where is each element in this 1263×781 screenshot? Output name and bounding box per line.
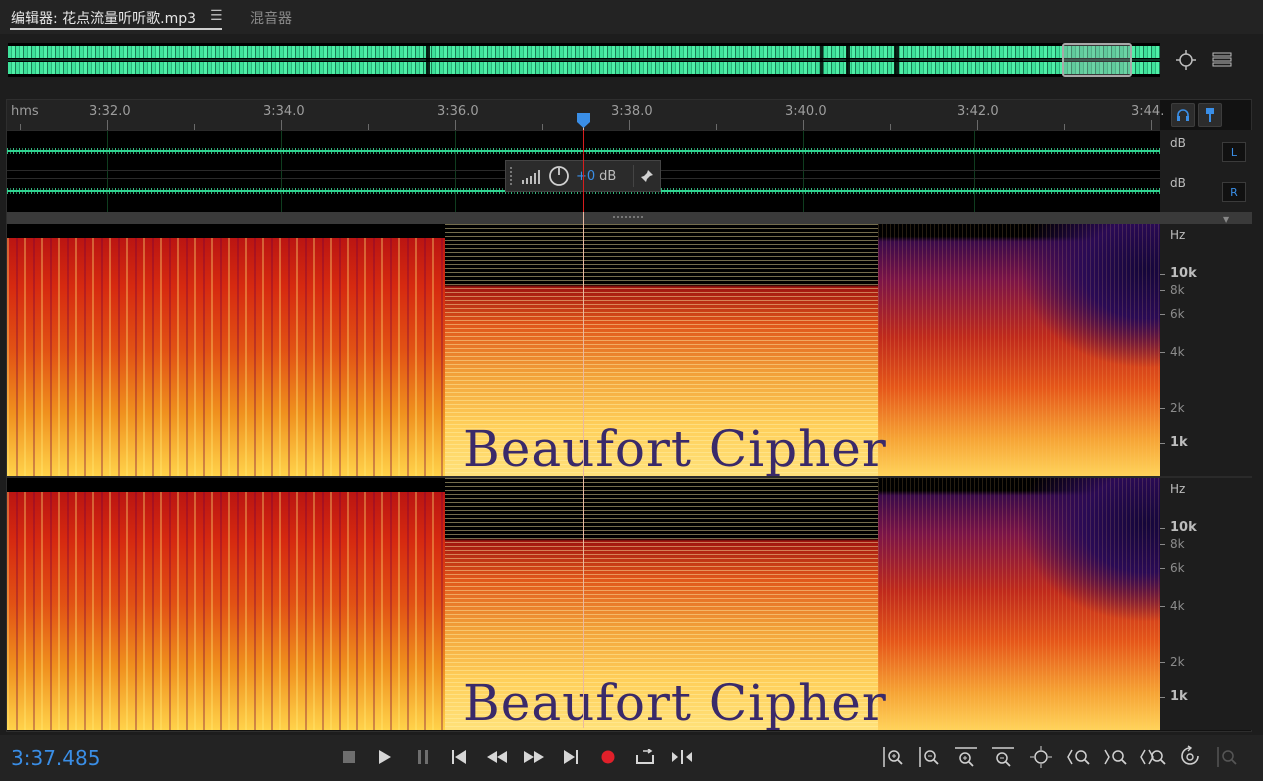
collapse-chevron-icon[interactable]: ▼ (1223, 215, 1229, 224)
active-tab-indicator (10, 28, 222, 30)
current-time-display[interactable]: 3:37.485 (11, 746, 100, 770)
zoom-reset-icon[interactable] (1177, 744, 1203, 770)
zoom-out-amplitude-icon[interactable] (916, 744, 942, 770)
ruler-tick-label: 3:38.0 (611, 104, 653, 119)
play-button[interactable] (372, 744, 398, 770)
ruler-tick-label: 3:34.0 (263, 104, 305, 119)
list-view-icon[interactable] (1210, 48, 1234, 72)
marker-pin-icon[interactable] (1198, 103, 1222, 127)
ruler-tick-mark (803, 120, 804, 130)
amplitude-ruler: dB dB L R (1160, 130, 1252, 212)
pause-button[interactable] (410, 744, 436, 770)
ruler-tick-label: 3:42.0 (957, 104, 999, 119)
go-to-end-button[interactable] (558, 744, 584, 770)
freq-label: 6k (1170, 307, 1185, 321)
overview-viewport-handle[interactable] (1062, 43, 1132, 77)
volume-unit: dB (599, 168, 617, 184)
hz-unit-label: Hz (1170, 228, 1186, 242)
freq-label: 10k (1170, 520, 1197, 535)
level-bars-icon (522, 170, 540, 184)
ruler-tick-mark (977, 120, 978, 130)
freq-label: 2k (1170, 655, 1185, 669)
freq-label: 1k (1170, 689, 1188, 704)
freq-label: 8k (1170, 537, 1185, 551)
db-label: dB (1170, 136, 1186, 150)
channel-right-button[interactable]: R (1222, 182, 1246, 202)
freq-label: 1k (1170, 435, 1188, 450)
fast-forward-button[interactable] (521, 744, 547, 770)
go-to-start-button[interactable] (446, 744, 472, 770)
zoom-in-selection-right-icon[interactable] (1103, 744, 1129, 770)
frequency-ruler-right: Hz 10k 8k 6k 4k 2k 1k (1160, 478, 1252, 730)
ruler-tick-label: 3:44. (1131, 104, 1165, 119)
spectrogram-watermark-text: Beaufort Cipher (463, 674, 887, 730)
zoom-fit-icon[interactable] (1174, 48, 1198, 72)
ruler-tick-mark (455, 120, 456, 130)
ruler-unit-label: hms (11, 104, 39, 119)
ruler-tick-mark (1151, 120, 1152, 130)
ruler-tick-mark (629, 120, 630, 130)
frequency-ruler-left: Hz 10k 8k 6k 4k 2k 1k (1160, 224, 1252, 476)
loop-playback-button[interactable] (632, 744, 658, 770)
playhead-marker-icon[interactable] (577, 113, 590, 132)
headphones-icon[interactable] (1171, 103, 1195, 127)
freq-label: 6k (1170, 561, 1185, 575)
waveform-overview[interactable] (8, 43, 1160, 77)
zoom-out-full-icon[interactable] (1028, 744, 1054, 770)
ruler-tick-label: 3:32.0 (89, 104, 131, 119)
zoom-out-time-icon[interactable] (990, 744, 1016, 770)
zoom-in-amplitude-icon[interactable] (880, 744, 906, 770)
spectrogram-watermark-text: Beaufort Cipher (463, 420, 887, 476)
freq-label: 4k (1170, 345, 1185, 359)
db-label: dB (1170, 176, 1186, 190)
freq-label: 8k (1170, 283, 1185, 297)
tab-mixer[interactable]: 混音器 (250, 8, 292, 28)
playhead-line-waveform (583, 130, 584, 212)
playhead-line (583, 122, 584, 728)
hud-drag-handle[interactable] (510, 167, 518, 185)
zoom-in-time-icon[interactable] (953, 744, 979, 770)
tab-menu-icon[interactable]: ☰ (210, 8, 223, 24)
zoom-disabled-icon (1214, 744, 1240, 770)
freq-label: 10k (1170, 266, 1197, 281)
pin-icon[interactable] (640, 169, 654, 183)
freq-label: 4k (1170, 599, 1185, 613)
freq-label: 2k (1170, 401, 1185, 415)
stop-button[interactable] (336, 744, 362, 770)
panel-divider[interactable]: ▼ (7, 212, 1252, 224)
record-button[interactable] (595, 744, 621, 770)
hz-unit-label: Hz (1170, 482, 1186, 496)
ruler-tick-label: 3:36.0 (437, 104, 479, 119)
zoom-to-selection-icon[interactable] (1140, 744, 1166, 770)
zoom-in-selection-left-icon[interactable] (1066, 744, 1092, 770)
ruler-tick-mark (107, 120, 108, 130)
rewind-button[interactable] (484, 744, 510, 770)
channel-left-button[interactable]: L (1222, 142, 1246, 162)
tab-editor[interactable]: 编辑器: 花点流量听听歌.mp3 (11, 8, 196, 28)
volume-knob-icon[interactable] (548, 165, 570, 187)
ruler-tick-mark (281, 120, 282, 130)
skip-selection-button[interactable] (669, 744, 695, 770)
volume-value[interactable]: +0 (576, 169, 595, 184)
ruler-tick-label: 3:40.0 (785, 104, 827, 119)
